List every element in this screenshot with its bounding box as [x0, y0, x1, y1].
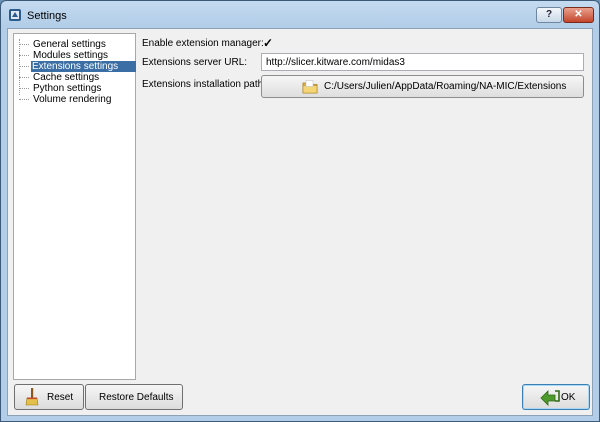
enable-extension-manager-checkbox[interactable]: ✓ [262, 37, 274, 49]
ok-button[interactable]: OK [522, 384, 590, 410]
ok-label: OK [561, 392, 576, 403]
settings-tree[interactable]: General settings Modules settings Extens… [13, 33, 137, 380]
close-button[interactable]: ✕ [563, 7, 594, 23]
sidebar-item-label: Python settings [33, 83, 102, 94]
reset-button[interactable]: Reset [14, 384, 84, 410]
installation-path-value: C:/Users/Julien/AppData/Roaming/NA-MIC/E… [324, 81, 567, 92]
sidebar-item-volume-rendering[interactable]: Volume rendering [16, 94, 134, 105]
sidebar-item-label: Cache settings [33, 72, 100, 83]
server-url-label: Extensions server URL: [142, 57, 248, 68]
restore-defaults-label: Restore Defaults [99, 392, 174, 403]
settings-window: Settings ? ✕ General settings Modules se… [0, 0, 600, 422]
sidebar-item-label: Volume rendering [33, 94, 112, 105]
ok-arrow-icon [540, 390, 560, 406]
sidebar-item-label: Modules settings [33, 50, 109, 61]
sidebar-item-label: Extensions settings [31, 61, 137, 72]
sidebar-item-general[interactable]: General settings [16, 39, 134, 50]
app-icon [9, 9, 21, 21]
broom-icon [25, 388, 39, 406]
installation-path-label: Extensions installation path: [142, 79, 266, 90]
sidebar-item-modules[interactable]: Modules settings [16, 50, 134, 61]
title-bar[interactable]: Settings ? ✕ [1, 1, 599, 29]
sidebar-item-extensions[interactable]: Extensions settings [16, 61, 137, 72]
server-url-input[interactable] [261, 53, 584, 71]
help-button[interactable]: ? [536, 7, 562, 23]
installation-path-button[interactable]: C:/Users/Julien/AppData/Roaming/NA-MIC/E… [261, 75, 584, 98]
enable-extension-manager-label: Enable extension manager: [142, 38, 264, 49]
window-title: Settings [27, 10, 67, 22]
folder-icon [302, 80, 318, 94]
sidebar-item-cache[interactable]: Cache settings [16, 72, 134, 83]
sidebar-item-label: General settings [33, 39, 106, 50]
sidebar-item-python[interactable]: Python settings [16, 83, 134, 94]
restore-defaults-button[interactable]: Restore Defaults [85, 384, 183, 410]
dialog-body: General settings Modules settings Extens… [7, 28, 593, 416]
reset-label: Reset [47, 392, 74, 403]
